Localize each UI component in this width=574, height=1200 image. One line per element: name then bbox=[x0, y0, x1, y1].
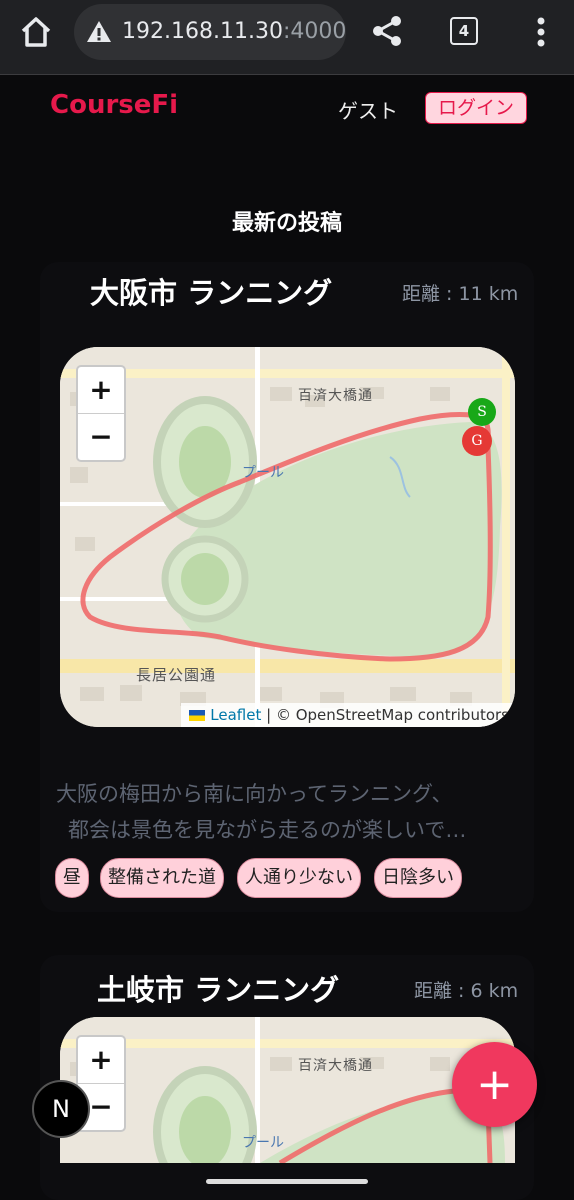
next-dev-badge[interactable]: N bbox=[32, 1080, 90, 1138]
plus-icon: + bbox=[476, 1059, 513, 1110]
goal-marker[interactable]: G bbox=[462, 426, 492, 456]
address-bar[interactable]: 192.168.11.30:4000 bbox=[74, 4, 346, 60]
post-title: 土岐市 ランニング bbox=[97, 973, 340, 1007]
zoom-out-button[interactable]: − bbox=[78, 414, 124, 460]
zoom-in-button[interactable]: + bbox=[78, 367, 124, 414]
tag-chip[interactable]: 整備された道 bbox=[100, 858, 224, 898]
post-title: 大阪市 ランニング bbox=[90, 276, 333, 310]
share-icon[interactable] bbox=[370, 14, 404, 52]
zoom-in-button[interactable]: + bbox=[78, 1037, 124, 1084]
post-description-line1: 大阪の梅田から南に向かってランニング、 bbox=[56, 782, 453, 806]
url-host: 192.168.11.30 bbox=[122, 19, 283, 44]
brand-logo[interactable]: CourseFi bbox=[50, 90, 178, 120]
start-marker[interactable]: S bbox=[468, 398, 496, 426]
tag-chip[interactable]: 人通り少ない bbox=[237, 858, 361, 898]
login-button[interactable]: ログイン bbox=[425, 92, 527, 124]
map-attribution: Leaflet | © OpenStreetMap contributors bbox=[181, 703, 515, 727]
browser-toolbar: 192.168.11.30:4000 4 bbox=[0, 0, 574, 75]
route-map[interactable]: 百済大橋通 プール 長居公園通 S G + − Leaflet | © Open… bbox=[60, 347, 515, 727]
map-tiles bbox=[60, 347, 515, 727]
section-title: 最新の投稿 bbox=[231, 211, 342, 236]
post-distance: 距離 : 11 km bbox=[402, 283, 519, 305]
zoom-control: + − bbox=[76, 365, 126, 462]
add-post-button[interactable]: + bbox=[452, 1042, 537, 1127]
leaflet-link[interactable]: Leaflet bbox=[210, 706, 261, 724]
osm-attribution: | © OpenStreetMap contributors bbox=[266, 706, 509, 724]
url-text: 192.168.11.30:4000 bbox=[122, 19, 346, 44]
post-distance: 距離 : 6 km bbox=[414, 980, 519, 1002]
map-label-street: 百済大橋通 bbox=[298, 1058, 373, 1074]
tabs-icon[interactable]: 4 bbox=[450, 17, 478, 45]
gesture-bar bbox=[206, 1179, 368, 1184]
map-label-pool: プール bbox=[242, 1135, 284, 1151]
url-port: :4000 bbox=[282, 19, 347, 44]
tag-chip[interactable]: 日陰多い bbox=[374, 858, 462, 898]
guest-label: ゲスト bbox=[338, 99, 398, 123]
post-description-line2: 都会は景色を見ながら走るのが楽しいで… bbox=[68, 818, 467, 842]
map-label-street: 百済大橋通 bbox=[298, 388, 373, 404]
home-icon[interactable] bbox=[18, 14, 54, 50]
warning-icon[interactable] bbox=[86, 20, 112, 48]
map-tiles bbox=[60, 1017, 515, 1163]
map-label-pool: プール bbox=[242, 465, 284, 481]
map-label-street: 長居公園通 bbox=[136, 666, 217, 684]
more-icon[interactable] bbox=[536, 16, 546, 52]
ukraine-flag-icon bbox=[189, 710, 206, 721]
tag-chip[interactable]: 昼 bbox=[55, 858, 89, 898]
route-map[interactable]: 百済大橋通 プール + − bbox=[60, 1017, 515, 1163]
